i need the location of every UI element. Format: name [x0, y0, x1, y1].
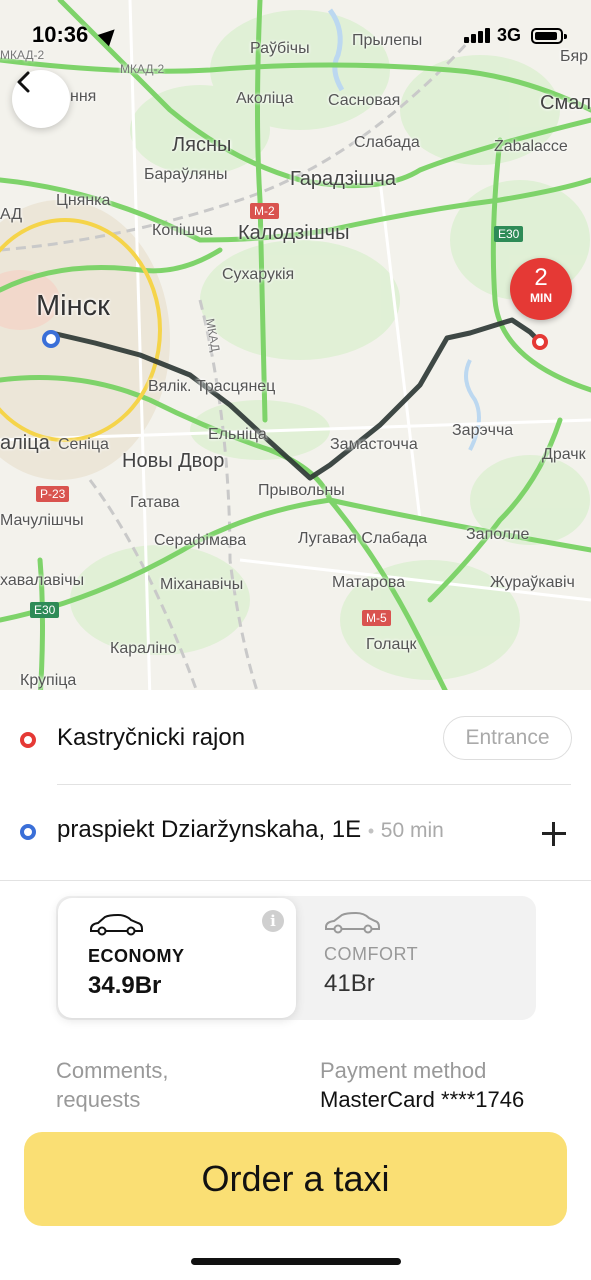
map-label-smal: Смал — [540, 92, 591, 114]
network-type: 3G — [497, 25, 522, 45]
origin-address-line[interactable]: praspiekt Dziaržynskaha, 1E • 50 min — [57, 816, 444, 844]
tariff-selector: i ECONOMY 34.9Br COMFORT 41Br — [56, 896, 536, 1020]
map-label-krupitsa: Крупіца — [20, 672, 77, 689]
map-label-vyalik-trastsyanets: Вялік. Трасцянец — [148, 378, 276, 395]
road-shield-e30-bottom: E30 — [30, 602, 60, 618]
taxi-order-screen: Мінск Лясны Гарадзішча Калодзішчы Новы Д… — [0, 0, 591, 1280]
destination-address[interactable]: Kastryčnicki rajon — [57, 724, 245, 752]
entrance-button[interactable]: Entrance — [443, 716, 572, 760]
map-label-zhuraukavichy: Жураўкавіч — [490, 574, 575, 591]
map-label-novy-dvor: Новы Двор — [122, 450, 225, 472]
comments-button[interactable]: Comments, requests — [56, 1056, 256, 1114]
battery-icon — [531, 28, 567, 44]
origin-dot-icon — [20, 824, 36, 840]
map-label-machulishchy: Мачулішчы — [0, 512, 84, 529]
map-label-nya: ння — [70, 88, 97, 105]
map-label-khavalavichy: хавалавічы — [0, 572, 85, 589]
map-label-zarechcha: Зарэчча — [452, 422, 514, 439]
map-label-serafimava: Серафімава — [154, 532, 247, 549]
home-indicator — [191, 1258, 401, 1265]
map-label-kopishcha: Копішча — [152, 222, 213, 239]
road-shield-m5: M-5 — [362, 610, 391, 626]
road-shield-m2: M-2 — [250, 203, 279, 219]
map-label-slabada: Слабада — [354, 134, 420, 151]
map-label-sukharukiya: Сухарукія — [222, 266, 295, 283]
map-label-zapolle: Заполле — [466, 526, 530, 543]
payment-method-button[interactable]: Payment method MasterCard ****1746 — [320, 1056, 580, 1114]
destination-dot-icon — [20, 732, 36, 748]
tariff-name: ECONOMY — [88, 946, 185, 966]
road-shield-p23: P-23 — [36, 486, 70, 502]
map-label-minsk: Мінск — [36, 290, 110, 322]
car-icon — [325, 911, 380, 934]
destination-pin[interactable] — [532, 334, 548, 350]
route-map[interactable]: Мінск Лясны Гарадзішча Калодзішчы Новы Д… — [0, 0, 591, 700]
road-shield-e30-top: E30 — [494, 226, 524, 242]
tariff-name: COMFORT — [324, 944, 419, 964]
duration-separator: • — [367, 821, 375, 841]
order-taxi-button[interactable]: Order a taxi — [24, 1132, 567, 1226]
map-label-lyasny: Лясны — [172, 134, 232, 156]
map-label-matarova: Матарова — [332, 574, 406, 591]
map-label-zabalatse: Zabalacce — [494, 138, 568, 155]
map-label-haradzishcha: Гарадзішча — [290, 168, 396, 190]
destination-row[interactable]: Kastryčnicki rajon Entrance — [0, 690, 591, 786]
order-panel: Kastryčnicki rajon Entrance praspiekt Dz… — [0, 690, 591, 1280]
payment-method-label: Payment method — [320, 1058, 487, 1083]
tariff-economy-card[interactable]: i ECONOMY 34.9Br — [58, 898, 296, 1018]
trip-duration: 50 min — [380, 819, 444, 842]
origin-pin[interactable] — [42, 330, 60, 348]
map-label-alitsa: аліца — [0, 432, 50, 454]
signal-bars-icon — [464, 27, 492, 43]
chevron-left-icon — [17, 71, 30, 93]
map-label-zamastochcha: Замасточча — [330, 436, 418, 453]
map-label-hatava: Гатава — [130, 494, 180, 511]
origin-address: praspiekt Dziaržynskaha, 1E — [57, 816, 362, 843]
location-arrow-icon — [97, 23, 121, 47]
map-label-senitsa: Сеніца — [58, 436, 109, 453]
map-label-mikhanavichy: Міханавічы — [160, 576, 244, 593]
map-label-akolitsa: Аколіца — [236, 90, 294, 107]
eta-value: 2 — [534, 264, 548, 291]
map-label-luhavaya-slabada: Лугавая Слабада — [298, 530, 428, 547]
map-label-kalodzishchy: Калодзішчы — [238, 222, 350, 244]
tariff-comfort-card[interactable]: COMFORT 41Br — [306, 896, 526, 1020]
map-label-karalino: Караліно — [110, 640, 177, 657]
tariff-price: 41Br — [324, 970, 375, 997]
tariff-price: 34.9Br — [88, 972, 162, 999]
origin-row[interactable]: praspiekt Dziaržynskaha, 1E • 50 min — [0, 786, 591, 882]
map-label-sasnovaya: Сасновая — [328, 92, 401, 109]
row-divider — [57, 784, 571, 785]
status-time: 10:36 — [32, 22, 89, 47]
eta-badge: 2 MIN — [510, 258, 572, 320]
map-label-pryvolny: Прывольны — [258, 482, 345, 499]
back-button[interactable] — [12, 70, 70, 128]
map-label-drachk: Драчк — [542, 446, 586, 463]
map-label-yelnitsa: Ельніца — [208, 426, 267, 443]
eta-unit: MIN — [530, 291, 552, 305]
map-label-aad: АД — [0, 206, 23, 223]
status-bar: 10:36 3G — [0, 0, 591, 70]
map-label-holatsk: Голацк — [366, 636, 417, 653]
plus-icon[interactable] — [540, 820, 568, 848]
car-icon — [90, 913, 143, 936]
map-label-baraulyany: Бараўляны — [144, 166, 228, 183]
payment-method-value: MasterCard ****1746 — [320, 1087, 525, 1112]
map-label-tsnyanka: Цнянка — [56, 192, 111, 209]
section-divider — [0, 880, 591, 881]
info-icon[interactable]: i — [262, 910, 284, 932]
